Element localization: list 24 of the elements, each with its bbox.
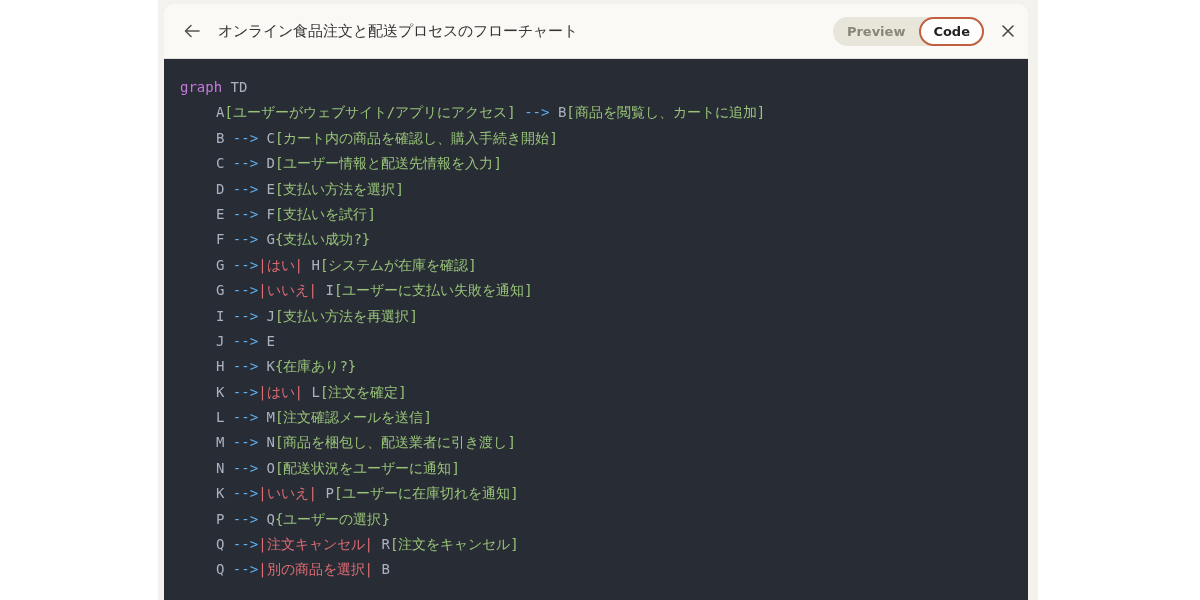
code-line: P --> Q{ユーザーの選択} <box>215 509 391 529</box>
artifact-title: オンライン食品注文と配送プロセスのフローチャート <box>218 21 579 41</box>
code-line: B --> C[カート内の商品を確認し、購入手続き開始] <box>215 128 559 148</box>
code-line: F --> G{支払い成功?} <box>215 230 372 250</box>
back-arrow-icon[interactable] <box>184 24 200 38</box>
code-line: J --> E <box>215 331 276 351</box>
code-line: C --> D[ユーザー情報と配送先情報を入力] <box>215 154 503 174</box>
code-line: M --> N[商品を梱包し、配送業者に引き渡し] <box>215 433 517 453</box>
code-line: G -->|いいえ| I[ユーザーに支払い失敗を通知] <box>215 281 534 301</box>
code-line: D --> E[支払い方法を選択] <box>215 179 405 199</box>
code-line: E --> F[支払いを試行] <box>215 204 377 224</box>
code-line: G -->|はい| H[システムが在庫を確認] <box>215 255 478 276</box>
code-line: A[ユーザーがウェブサイト/アプリにアクセス] --> B[商品を閲覧し、カートに追加] <box>215 103 767 123</box>
code-line: L --> M[注文確認メールを送信] <box>215 408 433 428</box>
code-line: Q -->|注文キャンセル| R[注文をキャンセル] <box>215 535 520 555</box>
code-line: Q -->|別の商品を選択| B <box>215 560 391 580</box>
code-line: N --> O[配送状況をユーザーに通知] <box>215 458 461 478</box>
code-line: I --> J[支払い方法を再選択] <box>215 306 419 326</box>
close-icon[interactable] <box>1002 25 1014 37</box>
code-line: H --> K{在庫あり?} <box>215 357 358 377</box>
code-line: K -->|いいえ| P[ユーザーに在庫切れを通知] <box>215 484 520 504</box>
code-line: K -->|はい| L[注文を確定] <box>215 382 408 403</box>
code-line: graph TD <box>180 78 249 97</box>
view-tab[interactable]: Code <box>919 16 984 46</box>
